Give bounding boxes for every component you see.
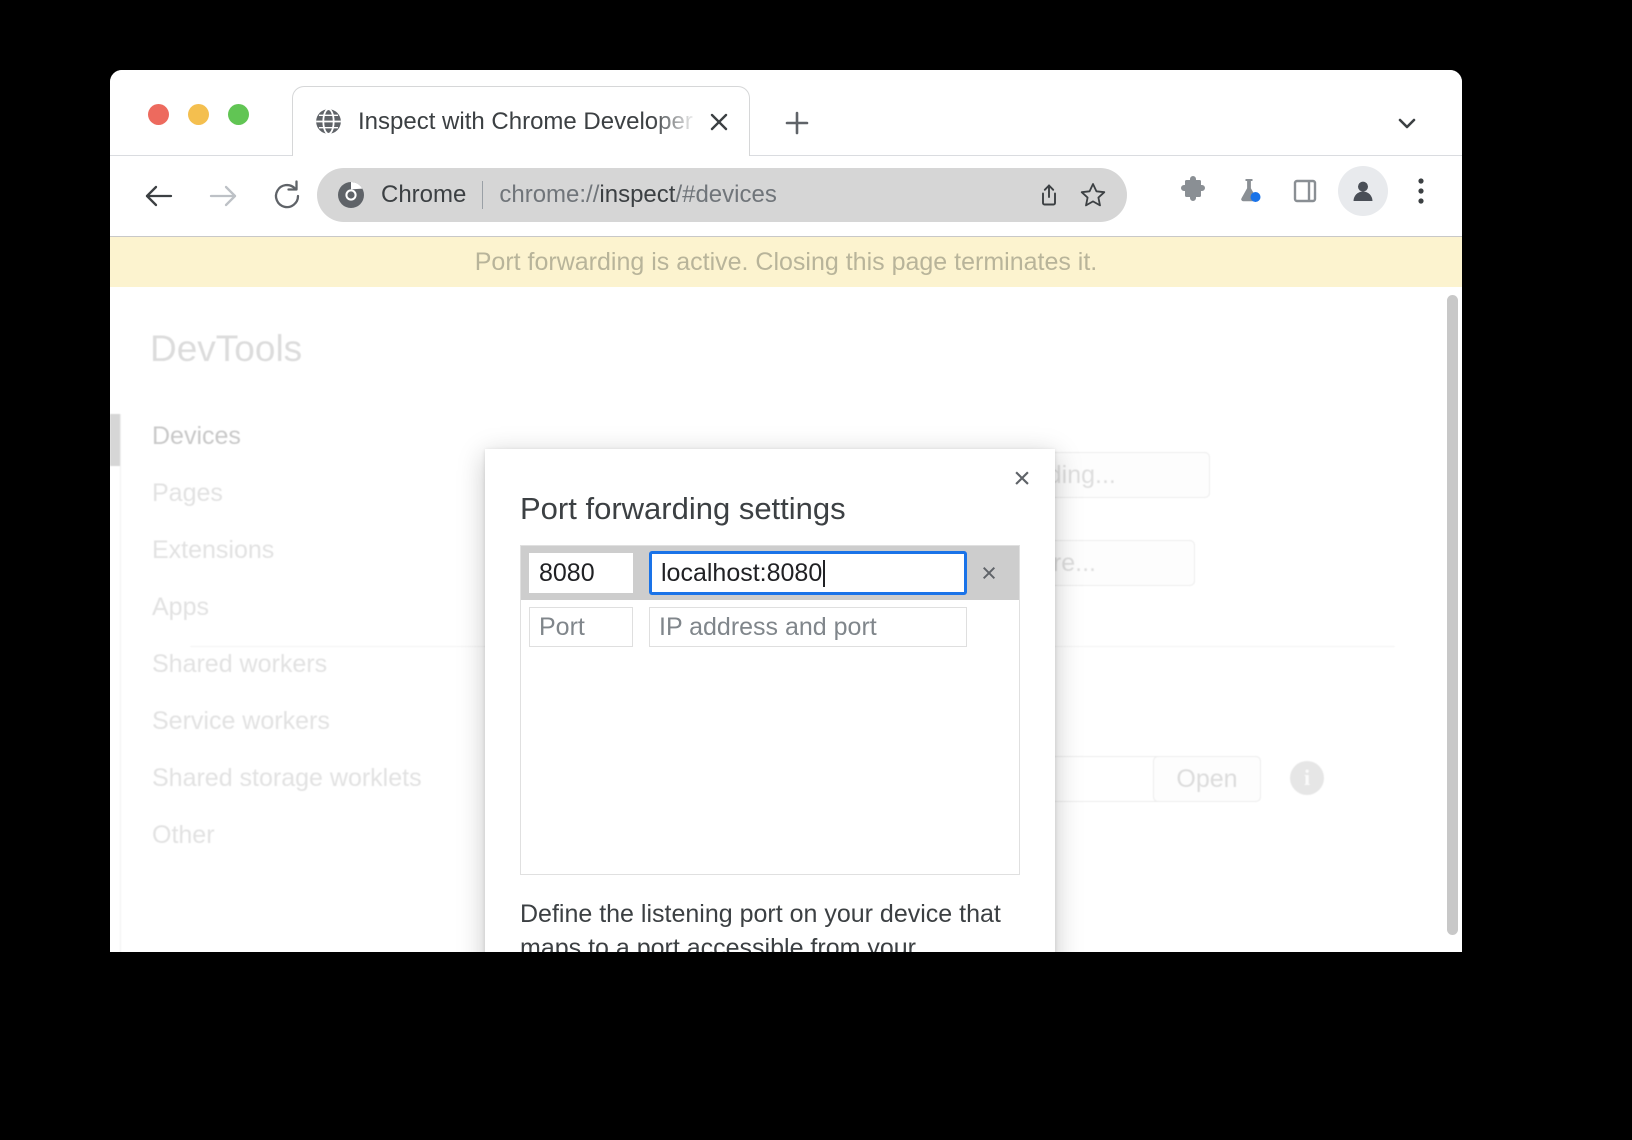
three-dot-menu-icon[interactable] <box>1398 168 1444 214</box>
tab-title: Inspect with Chrome Developer Tools <box>358 108 697 136</box>
remove-rule-icon[interactable]: × <box>967 558 1011 589</box>
sidebar-divider <box>120 414 121 952</box>
new-rule-address-input[interactable]: IP address and port <box>649 607 967 647</box>
sidebar-item-pages[interactable]: Pages <box>150 465 480 522</box>
profile-avatar[interactable] <box>1338 166 1388 216</box>
text-caret <box>823 560 825 587</box>
bookmark-star-icon[interactable] <box>1073 175 1113 215</box>
close-window-button[interactable] <box>148 104 169 125</box>
tab-inspect[interactable]: Inspect with Chrome Developer Tools <box>292 86 750 156</box>
sidebar-selection-marker <box>110 414 120 466</box>
rule-row[interactable]: 8080 localhost:8080 × <box>521 546 1019 600</box>
url-path: /#devices <box>675 181 776 208</box>
share-icon[interactable] <box>1029 175 1069 215</box>
rule-port-input[interactable]: 8080 <box>529 553 633 593</box>
port-forwarding-rule-list: 8080 localhost:8080 × Port IP address an… <box>520 545 1020 875</box>
dialog-title: Port forwarding settings <box>520 491 846 527</box>
side-panel-icon[interactable] <box>1282 168 1328 214</box>
omnibox-brand-label: Chrome <box>381 181 466 209</box>
devtools-sidebar: Devices Pages Extensions Apps Shared wor… <box>150 408 480 864</box>
omnibox-divider <box>482 181 483 209</box>
new-rule-row[interactable]: Port IP address and port <box>521 600 1019 654</box>
port-forwarding-dialog: × Port forwarding settings 8080 localhos… <box>485 449 1055 952</box>
window-traffic-lights <box>148 104 249 125</box>
browser-window: Inspect with Chrome Developer Tools <box>110 70 1462 952</box>
new-tab-button[interactable] <box>778 104 816 142</box>
page-title: DevTools <box>150 328 302 370</box>
page-scrollbar[interactable] <box>1447 295 1458 935</box>
sidebar-item-devices[interactable]: Devices <box>150 408 480 465</box>
sidebar-item-shared-workers[interactable]: Shared workers <box>150 636 480 693</box>
tab-strip: Inspect with Chrome Developer Tools <box>110 70 1462 156</box>
sidebar-item-other[interactable]: Other <box>150 807 480 864</box>
browser-toolbar: Chrome chrome://inspect/#devices <box>110 156 1462 236</box>
omnibox-url-text[interactable]: chrome://inspect/#devices <box>499 181 1025 209</box>
sidebar-item-extensions[interactable]: Extensions <box>150 522 480 579</box>
globe-icon <box>315 108 342 135</box>
sidebar-item-shared-storage-worklets[interactable]: Shared storage worklets <box>150 750 480 807</box>
page-viewport: Port forwarding is active. Closing this … <box>110 236 1462 952</box>
close-icon[interactable]: × <box>1005 462 1039 496</box>
close-tab-icon[interactable] <box>703 106 735 138</box>
address-bar[interactable]: Chrome chrome://inspect/#devices <box>317 168 1127 222</box>
flask-icon[interactable] <box>1226 168 1272 214</box>
rule-address-value: localhost:8080 <box>661 559 822 588</box>
url-scheme: chrome:// <box>499 181 599 208</box>
chevron-down-icon[interactable] <box>1390 106 1424 140</box>
puzzle-icon[interactable] <box>1170 168 1216 214</box>
rule-address-input[interactable]: localhost:8080 <box>649 551 967 595</box>
maximize-window-button[interactable] <box>228 104 249 125</box>
chrome-logo-icon <box>337 181 365 209</box>
reload-button[interactable] <box>264 173 310 219</box>
new-rule-port-input[interactable]: Port <box>529 607 633 647</box>
port-forwarding-infobar: Port forwarding is active. Closing this … <box>110 237 1462 287</box>
sidebar-item-service-workers[interactable]: Service workers <box>150 693 480 750</box>
toolbar-action-icons <box>1170 166 1444 216</box>
dialog-description: Define the listening port on your device… <box>520 897 1015 952</box>
description-text: Define the listening port on your device… <box>520 900 1001 952</box>
info-icon[interactable]: i <box>1290 761 1324 795</box>
forward-button[interactable] <box>200 173 246 219</box>
sidebar-item-apps[interactable]: Apps <box>150 579 480 636</box>
minimize-window-button[interactable] <box>188 104 209 125</box>
infobar-message: Port forwarding is active. Closing this … <box>475 248 1098 277</box>
url-host: inspect <box>599 181 675 208</box>
back-button[interactable] <box>136 173 182 219</box>
open-button[interactable]: Open <box>1153 756 1261 802</box>
